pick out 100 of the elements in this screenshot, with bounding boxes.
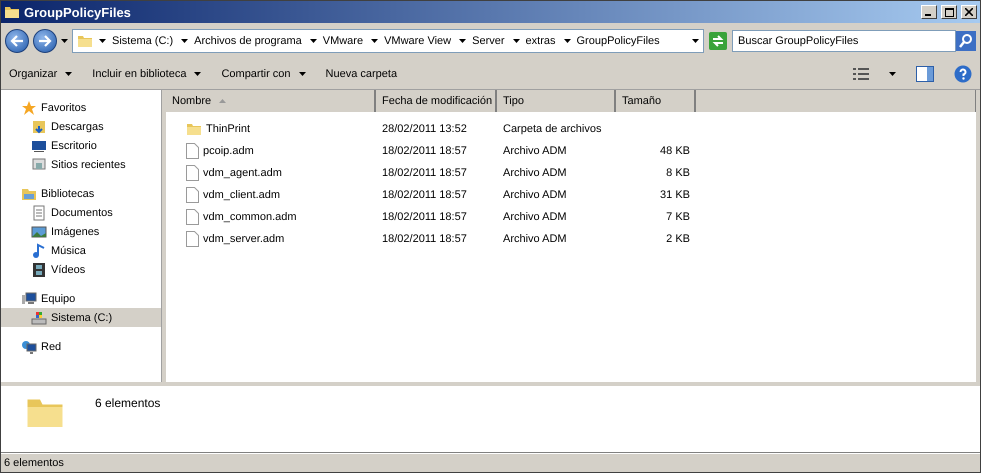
breadcrumb-item[interactable]: Sistema (C:) [97,35,176,47]
address-bar[interactable]: Sistema (C:) Archivos de programa VMware VMware View Server extras GroupPolicyFiles [72,29,704,53]
folder-icon [4,4,20,20]
file-name: vdm_common.adm [203,211,297,223]
file-type: Archivo ADM [503,145,567,157]
file-icon [186,231,199,247]
breadcrumb-item[interactable]: VMware View [369,35,454,47]
minimize-button[interactable] [921,5,937,19]
image-icon [31,224,47,240]
modified-date: 18/02/2011 18:57 [382,167,467,179]
folder-icon [77,33,93,49]
forward-button[interactable] [33,29,57,53]
breadcrumb-item[interactable]: VMware [308,35,366,47]
column-header[interactable]: Tipo [497,90,616,112]
caret-icon [692,39,699,43]
breadcrumb-item[interactable]: Server [457,35,507,47]
file-row[interactable]: ThinPrint 28/02/2011 13:52 Carpeta de archivos [166,118,976,140]
maximize-button[interactable] [941,5,957,19]
sidebar-item[interactable]: Favoritos [1,98,161,117]
breadcrumb-item[interactable]: GroupPolicyFiles [562,35,662,47]
file-row[interactable]: vdm_server.adm 18/02/2011 18:57 Archivo ADM 2 KB [166,228,976,250]
file-type: Archivo ADM [503,211,567,223]
right-arrow-icon [38,35,52,47]
window-icon [31,156,47,172]
help-icon[interactable] [954,65,972,83]
sidebar-item[interactable]: Documentos [1,203,161,222]
modified-date: 18/02/2011 18:57 [382,145,467,157]
caret-icon [889,72,896,76]
breadcrumb-item[interactable]: extras [510,35,558,47]
computer-icon [21,290,37,306]
sidebar-item[interactable]: Música [1,241,161,260]
file-icon [186,209,199,225]
caret-icon [512,39,520,43]
file-size: 7 KB [666,211,690,223]
modified-date: 18/02/2011 18:57 [382,233,467,245]
column-header[interactable]: Tamaño [616,90,696,112]
music-note-icon [31,242,47,258]
file-row[interactable]: vdm_common.adm 18/02/2011 18:57 Archivo ADM 7 KB [166,206,976,228]
folder-icon [186,121,202,137]
close-icon [965,8,973,16]
sidebar-item[interactable]: Equipo [1,289,161,308]
modified-date: 18/02/2011 18:57 [382,189,467,201]
folder-icon [31,118,47,134]
caret-icon [310,39,317,43]
caret-icon [99,39,106,43]
film-icon [31,262,47,278]
refresh-icon[interactable] [708,31,728,51]
file-icon [186,143,199,159]
sidebar-item[interactable]: Bibliotecas [1,184,161,203]
file-size: 48 KB [660,145,690,157]
file-icon [186,165,199,181]
item-count: 6 elementos [95,395,160,410]
sidebar-item[interactable]: Sitios recientes [1,155,161,174]
column-header[interactable]: Nombre [166,90,376,112]
file-size: 2 KB [666,233,690,245]
sidebar-item[interactable]: Descargas [1,117,161,136]
file-name: pcoip.adm [203,145,254,157]
file-type: Archivo ADM [503,167,567,179]
column-header[interactable]: Fecha de modificación [376,90,497,112]
file-name: vdm_client.adm [203,189,280,201]
toolbar-button[interactable]: Nueva carpeta [326,68,398,80]
back-button[interactable] [5,29,29,53]
caret-icon [459,39,466,43]
left-arrow-icon [10,35,24,47]
file-name: ThinPrint [206,123,250,135]
search-field[interactable]: Buscar GroupPolicyFiles [732,30,956,52]
file-row[interactable]: vdm_client.adm 18/02/2011 18:57 Archivo ADM 31 KB [166,184,976,206]
modified-date: 18/02/2011 18:57 [382,211,467,223]
file-row[interactable]: pcoip.adm 18/02/2011 18:57 Archivo ADM 48 KB [166,140,976,162]
caret-icon [61,39,68,43]
maximize-icon [944,8,954,16]
drive-icon [31,310,47,326]
file-type: Archivo ADM [503,189,567,201]
window-title: GroupPolicyFiles [24,4,132,20]
toolbar-button[interactable]: Incluir en biblioteca [92,68,202,80]
sidebar-item[interactable]: Escritorio [1,136,161,155]
file-row[interactable]: vdm_agent.adm 18/02/2011 18:57 Archivo ADM 8 KB [166,162,976,184]
status-text: 6 elementos [4,457,64,469]
sidebar-item[interactable]: Imágenes [1,222,161,241]
file-size: 8 KB [666,167,690,179]
file-icon [186,187,199,203]
close-button[interactable] [961,5,977,19]
toolbar-button[interactable]: Compartir con [221,68,306,80]
preview-pane-icon[interactable] [916,66,934,82]
toolbar-button[interactable]: Organizar [9,68,72,80]
sidebar-item[interactable]: Red [1,337,161,356]
view-list-icon[interactable] [853,67,869,81]
file-name: vdm_server.adm [203,233,284,245]
file-name: vdm_agent.adm [203,167,282,179]
search-icon[interactable] [956,31,976,51]
network-icon [21,338,37,354]
file-type: Archivo ADM [503,233,567,245]
sidebar-item[interactable]: Sistema (C:) [1,308,161,327]
sidebar-item[interactable]: Vídeos [1,260,161,279]
breadcrumb-item[interactable]: Archivos de programa [179,35,304,47]
caret-icon [371,39,378,43]
file-size: 31 KB [660,189,690,201]
document-icon [31,204,47,220]
caret-icon [564,39,570,43]
star-icon [21,100,37,116]
